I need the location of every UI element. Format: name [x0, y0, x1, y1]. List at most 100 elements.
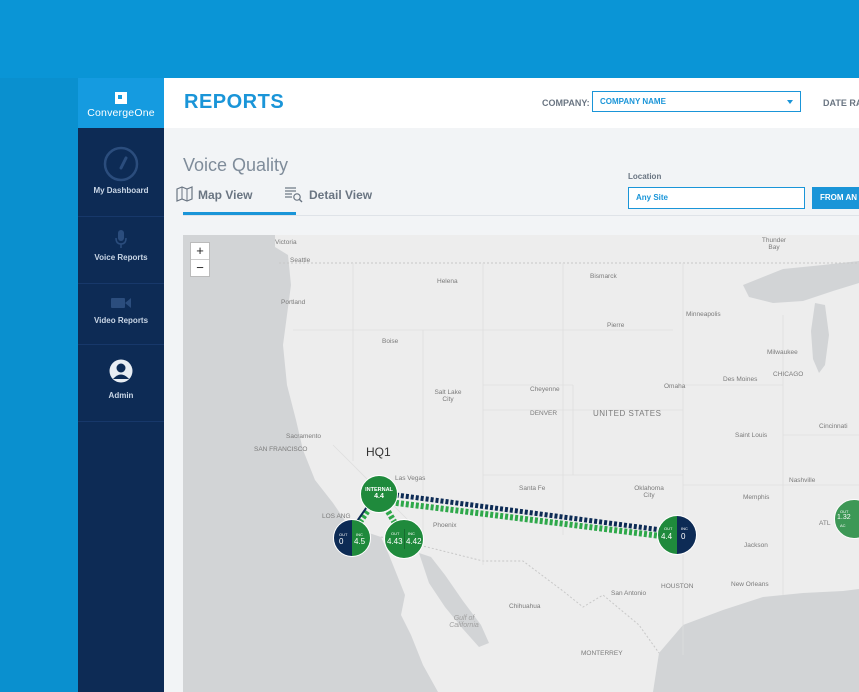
- site-node-la-right[interactable]: OUT 4.43 INC 4.42: [384, 519, 424, 559]
- city-label: CHICAGO: [773, 371, 804, 378]
- tabs-divider: [183, 215, 859, 216]
- city-label: Victoria: [275, 239, 297, 246]
- city-label: Des Moines: [723, 376, 758, 383]
- city-label: Saint Louis: [735, 432, 768, 439]
- city-label: ATL: [819, 520, 831, 527]
- location-input[interactable]: Any Site: [628, 187, 805, 209]
- city-label: Las Vegas: [395, 475, 426, 482]
- company-select[interactable]: COMPANY NAME: [592, 91, 801, 112]
- city-label: Cheyenne: [530, 386, 560, 393]
- city-label: UNITED STATES: [593, 409, 662, 418]
- city-label: Bismarck: [590, 273, 617, 280]
- node-inc-half: INC 0: [677, 516, 696, 554]
- sidebar: ConvergeOne My Dashboard Voice Reports V…: [78, 78, 164, 692]
- zoom-controls: + −: [190, 242, 210, 277]
- city-label: Helena: [437, 278, 458, 285]
- city-label: MONTERREY: [581, 650, 623, 657]
- detail-search-icon: [285, 187, 303, 203]
- node-inc-value: 4.5: [354, 537, 366, 546]
- page-title: REPORTS: [184, 91, 285, 113]
- section-title: Voice Quality: [183, 155, 289, 175]
- node-out-label: OUT: [391, 531, 400, 536]
- city-label: San Antonio: [611, 590, 647, 597]
- chevron-down-icon: [787, 100, 793, 104]
- node-out-value: 4.4: [661, 532, 673, 541]
- city-label: Seattle: [290, 257, 311, 264]
- node-out-value: 1.32: [837, 514, 851, 521]
- sidebar-item-label: My Dashboard: [93, 186, 149, 195]
- company-select-value: COMPANY NAME: [600, 97, 666, 106]
- node-inc-value: 0: [681, 532, 686, 541]
- city-label: Jackson: [744, 542, 768, 549]
- node-out-value: 4.43: [387, 537, 403, 546]
- node-inc-label: INC: [408, 531, 415, 536]
- city-label: Santa Fe: [519, 485, 546, 492]
- gauge-icon: [103, 146, 139, 182]
- city-label: Omaha: [664, 383, 686, 390]
- site-node-la-left[interactable]: OUT 0 INC 4.5: [333, 519, 371, 557]
- node-divider: [404, 529, 405, 549]
- node-out-half: OUT 0: [334, 520, 352, 556]
- app-window: ConvergeOne My Dashboard Voice Reports V…: [78, 78, 859, 692]
- header-bar: REPORTS COMPANY: COMPANY NAME DATE RA: [164, 78, 859, 128]
- tab-detail-view[interactable]: Detail View: [285, 187, 373, 203]
- city-label: Milwaukee: [767, 349, 798, 356]
- city-label: New Orleans: [731, 581, 769, 588]
- tab-map-view[interactable]: Map View: [176, 186, 253, 202]
- node-inc-label: INC: [681, 526, 688, 531]
- sidebar-item-video-reports[interactable]: Video Reports: [78, 284, 164, 345]
- node-out-value: 0: [339, 537, 344, 546]
- city-label: Boise: [382, 338, 399, 345]
- sidebar-item-label: Admin: [108, 391, 134, 400]
- city-label: Portland: [281, 299, 306, 306]
- date-range-label: DATE RA: [823, 98, 859, 108]
- city-label: Pierre: [607, 322, 625, 329]
- city-label: Chihuahua: [509, 603, 541, 610]
- city-label: Gulf of California: [449, 615, 479, 629]
- city-label: Phoenix: [433, 522, 457, 529]
- microphone-icon: [115, 230, 127, 248]
- node-out-label: OUT: [664, 526, 673, 531]
- city-label: Nashville: [789, 477, 816, 484]
- map-icon: [176, 186, 193, 202]
- sidebar-item-label: Video Reports: [93, 316, 149, 325]
- sidebar-item-label: Voice Reports: [94, 253, 148, 262]
- site-node-texas[interactable]: OUT 4.4 INC 0: [657, 515, 697, 555]
- city-label: Minneapolis: [686, 311, 721, 318]
- city-label: Sacramento: [286, 433, 322, 440]
- user-icon: [109, 359, 133, 383]
- city-label: DENVER: [530, 410, 558, 417]
- company-label: COMPANY:: [542, 98, 590, 108]
- city-label: HOUSTON: [661, 583, 694, 590]
- sidebar-item-admin[interactable]: Admin: [78, 345, 164, 422]
- tab-label: Detail View: [309, 188, 373, 202]
- zoom-in-button[interactable]: +: [191, 243, 209, 259]
- node-value: 4.4: [374, 493, 384, 500]
- node-inc-value: 4.42: [406, 537, 422, 546]
- city-label: Oklahoma City: [634, 485, 664, 499]
- city-label: Thunder Bay: [761, 237, 787, 251]
- node-out-half: OUT 4.4: [658, 516, 677, 554]
- map-view[interactable]: Victoria Seattle Portland Helena Bismarc…: [183, 235, 859, 692]
- node-inc-half: INC 4.5: [352, 520, 370, 556]
- brand-logo[interactable]: ConvergeOne: [78, 78, 164, 128]
- node-inc-label: AC: [840, 523, 846, 528]
- city-label: SAN FRANCISCO: [254, 446, 308, 453]
- sidebar-item-voice-reports[interactable]: Voice Reports: [78, 217, 164, 284]
- map-city-labels: Victoria Seattle Portland Helena Bismarc…: [183, 235, 859, 692]
- city-label: Memphis: [743, 494, 770, 501]
- from-date-button[interactable]: FROM AN: [812, 187, 859, 209]
- video-camera-icon: [111, 298, 131, 308]
- hq-label: HQ1: [366, 445, 391, 459]
- city-label: Cincinnati: [819, 423, 848, 430]
- site-node-internal[interactable]: INTERNAL 4.4: [360, 475, 398, 513]
- brand-name: ConvergeOne: [87, 107, 155, 119]
- city-label: Salt Lake City: [434, 389, 462, 403]
- page-background-left: [0, 78, 78, 692]
- location-label: Location: [628, 172, 662, 181]
- page-background-top: [0, 0, 859, 78]
- sidebar-item-my-dashboard[interactable]: My Dashboard: [78, 128, 164, 217]
- tab-label: Map View: [198, 188, 253, 202]
- logo-icon: [115, 92, 127, 104]
- zoom-out-button[interactable]: −: [191, 259, 209, 276]
